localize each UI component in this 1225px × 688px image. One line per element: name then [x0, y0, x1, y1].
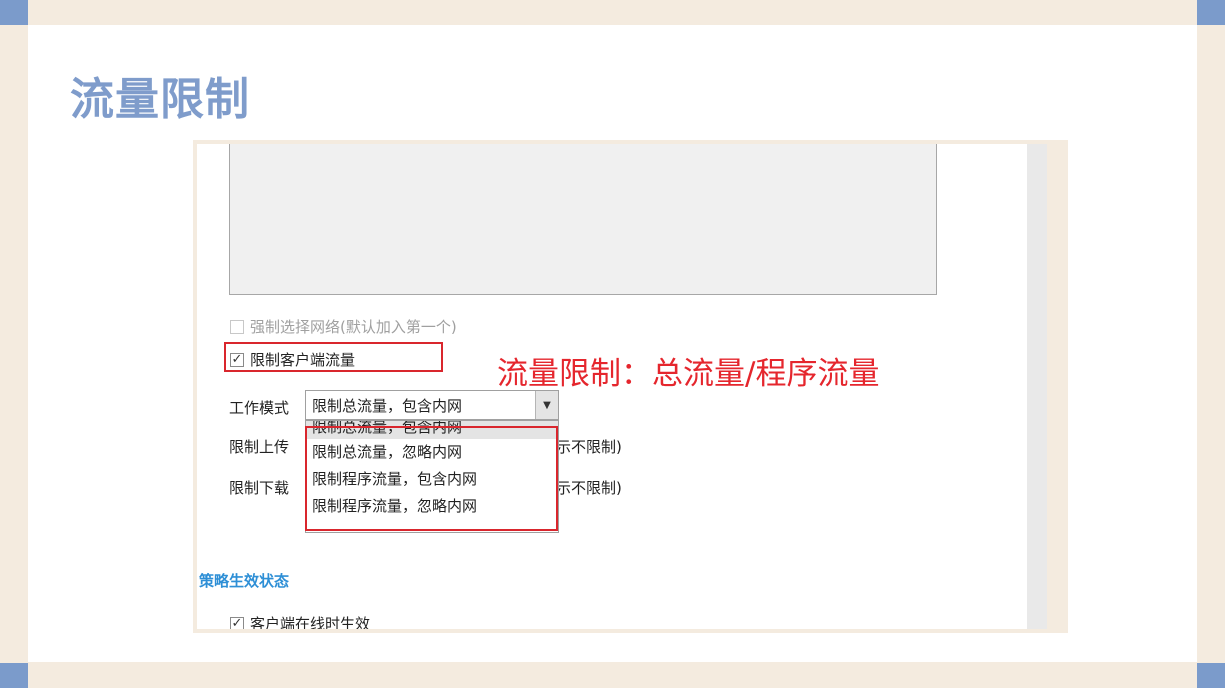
force-network-checkbox-row[interactable]: 强制选择网络(默认加入第一个) [230, 316, 457, 337]
limit-download-label: 限制下载 [229, 479, 290, 497]
online-effective-checkbox[interactable]: ✓ [230, 615, 244, 629]
page-title: 流量限制 [70, 74, 250, 125]
chevron-down-icon[interactable]: ▼ [535, 391, 558, 419]
corner-decoration-bottom-right [1197, 663, 1225, 688]
force-network-label: 强制选择网络(默认加入第一个) [250, 318, 457, 336]
check-icon: ✓ [231, 615, 243, 629]
corner-decoration-bottom-left [0, 663, 28, 688]
online-effective-label: 客户端在线时生效 [250, 615, 371, 629]
corner-decoration-top-left [0, 0, 28, 25]
highlight-box-client-limit [224, 342, 443, 372]
limit-upload-hint: 示不限制) [556, 438, 622, 456]
corner-decoration-top-right [1197, 0, 1225, 25]
limit-download-hint: 示不限制) [556, 479, 622, 497]
policy-section-title: 策略生效状态 [199, 572, 290, 590]
annotation-text: 流量限制：总流量/程序流量 [497, 356, 880, 392]
work-mode-selected-value: 限制总流量，包含内网 [312, 396, 463, 415]
force-network-checkbox[interactable] [230, 319, 244, 334]
online-effective-checkbox-row[interactable]: ✓ 客户端在线时生效 [230, 613, 370, 629]
highlight-box-dropdown [305, 426, 558, 531]
work-mode-label: 工作模式 [229, 399, 290, 417]
work-mode-select[interactable]: 限制总流量，包含内网 ▼ [305, 390, 559, 420]
network-list-box[interactable] [229, 144, 937, 295]
limit-upload-label: 限制上传 [229, 438, 290, 456]
scrollbar[interactable] [1027, 144, 1047, 629]
